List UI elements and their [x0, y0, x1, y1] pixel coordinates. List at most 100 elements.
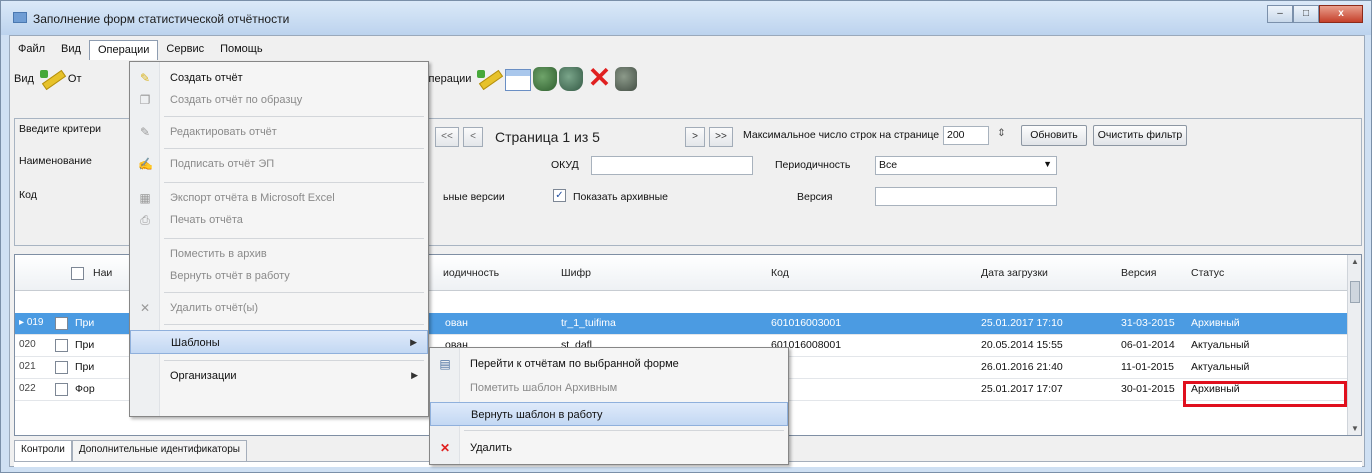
grid-scrollbar[interactable]: ▲ ▼ [1347, 255, 1361, 435]
copy-icon: ❐ [139, 93, 151, 107]
cell-name: Фор [75, 383, 95, 395]
submenu-item-go-to-reports[interactable]: ▤ Перейти к отчётам по выбранной форме [430, 352, 788, 376]
header-periodicity[interactable]: иодичность [443, 267, 499, 279]
menu-item-print-report[interactable]: ⎙ Печать отчёта [130, 208, 428, 232]
row-number: 021 [19, 361, 36, 372]
create-report-icon[interactable] [475, 66, 503, 92]
scroll-up-icon[interactable]: ▲ [1351, 257, 1359, 266]
next-page-button[interactable]: > [685, 127, 705, 147]
row-checkbox[interactable] [55, 317, 68, 330]
menu-view[interactable]: Вид [53, 40, 89, 60]
menu-operations[interactable]: Операции [88, 40, 159, 60]
refresh-button[interactable]: Обновить [1021, 125, 1087, 146]
cell-version: 11-01-2015 [1121, 361, 1174, 373]
cell-status: Актуальный [1191, 339, 1250, 351]
form-icon: ▤ [439, 357, 451, 371]
cell-load-date: 25.01.2017 17:10 [981, 317, 1063, 329]
clear-filter-button[interactable]: Очистить фильтр [1093, 125, 1187, 146]
delete-icon[interactable]: ✕ [585, 64, 613, 92]
bottom-tabs: Контроли Дополнительные идентификаторы [14, 440, 247, 462]
menu-item-templates[interactable]: Шаблоны ▶ [130, 330, 428, 354]
menu-separator [164, 238, 424, 239]
menu-item-organizations[interactable]: Организации ▶ [130, 364, 428, 388]
header-code[interactable]: Код [771, 267, 789, 279]
prev-page-button[interactable]: < [463, 127, 483, 147]
page-indicator: Страница 1 из 5 [495, 129, 600, 145]
menu-item-archive[interactable]: Поместить в архив [130, 242, 428, 266]
status-highlight-box [1183, 381, 1347, 407]
minimize-button[interactable]: – [1267, 5, 1293, 23]
menu-help[interactable]: Помощь [212, 40, 271, 60]
menu-item-sign-report[interactable]: ✍ Подписать отчёт ЭП [130, 152, 428, 176]
window-controls: – □ x [1267, 5, 1363, 23]
header-version[interactable]: Версия [1121, 267, 1156, 279]
menu-file[interactable]: Файл [10, 40, 53, 60]
cell-version: 31-03-2015 [1121, 317, 1175, 329]
periodicity-label: Периодичность [775, 159, 851, 171]
menu-item-edit-report[interactable]: ✎ Редактировать отчёт [130, 120, 428, 144]
scrollbar-thumb[interactable] [1350, 281, 1360, 303]
submenu-item-mark-archived[interactable]: Пометить шаблон Архивным [430, 376, 788, 400]
cell-version: 06-01-2014 [1121, 339, 1175, 351]
cell-code: 601016003001 [771, 317, 842, 329]
excel-icon: ▦ [139, 191, 151, 205]
cell-load-date: 26.01.2016 21:40 [981, 361, 1063, 373]
database-export-icon[interactable] [559, 67, 584, 91]
row-checkbox[interactable] [55, 339, 68, 352]
name-label: Наименование [19, 155, 92, 167]
scroll-down-icon[interactable]: ▼ [1351, 424, 1359, 433]
cell-periodicity: ован [445, 317, 468, 329]
okud-input[interactable] [591, 156, 753, 175]
periodicity-select[interactable]: Все ▼ [875, 156, 1057, 175]
menu-separator [464, 430, 784, 431]
show-archived-checkbox[interactable]: ✓ [553, 189, 566, 202]
printer-icon: ⎙ [140, 213, 150, 227]
first-page-button[interactable]: << [435, 127, 459, 147]
close-button[interactable]: x [1319, 5, 1363, 23]
toolbar-report-label: От [67, 73, 82, 85]
menu-item-create-from-sample[interactable]: ❐ Создать отчёт по образцу [130, 88, 428, 112]
submenu-item-delete[interactable]: ✕ Удалить [430, 436, 788, 460]
max-rows-input[interactable]: 200 [943, 126, 989, 145]
header-status[interactable]: Статус [1191, 267, 1224, 279]
header-cipher[interactable]: Шифр [561, 267, 591, 279]
periodicity-value: Все [879, 159, 898, 171]
menu-service[interactable]: Сервис [158, 40, 212, 60]
edit-icon: ✎ [139, 125, 151, 139]
pencil-icon[interactable] [38, 66, 66, 92]
max-rows-spinner[interactable]: ⇕ [997, 127, 1006, 139]
last-page-button[interactable]: >> [709, 127, 733, 147]
menu-separator [164, 324, 424, 325]
menu-separator [164, 182, 424, 183]
delete-icon: ✕ [139, 301, 151, 315]
select-all-checkbox[interactable] [71, 267, 84, 280]
window-title: Заполнение форм статистической отчётност… [33, 12, 290, 26]
menu-item-export-excel[interactable]: ▦ Экспорт отчёта в Microsoft Excel [130, 186, 428, 210]
form-template-icon[interactable] [505, 69, 532, 91]
version-input[interactable] [875, 187, 1057, 206]
submenu-item-return-template[interactable]: Вернуть шаблон в работу [430, 402, 788, 426]
tab-additional-identifiers[interactable]: Дополнительные идентификаторы [71, 440, 247, 462]
row-checkbox[interactable] [55, 383, 68, 396]
header-name[interactable]: Наи [93, 267, 112, 279]
maximize-button[interactable]: □ [1293, 5, 1319, 23]
version-label: Версия [797, 191, 833, 203]
show-archived-label: Показать архивные [573, 191, 668, 203]
row-checkbox[interactable] [55, 361, 68, 374]
row-number: 020 [19, 339, 36, 350]
toolbar: Вид От [14, 62, 86, 96]
menu-item-create-report[interactable]: ✎ Создать отчёт [130, 66, 428, 90]
header-load-date[interactable]: Дата загрузки [981, 267, 1048, 279]
menu-item-delete-reports[interactable]: ✕ Удалить отчёт(ы) [130, 296, 428, 320]
signature-icon: ✍ [138, 157, 153, 171]
operations-menu: ✎ Создать отчёт ❐ Создать отчёт по образ… [129, 61, 429, 417]
menu-separator [164, 360, 424, 361]
cell-cipher: tr_1_tuifima [561, 317, 616, 329]
templates-submenu: ▤ Перейти к отчётам по выбранной форме П… [429, 347, 789, 465]
database-archive-icon[interactable] [615, 67, 638, 91]
tab-controls[interactable]: Контроли [14, 440, 72, 462]
database-import-icon[interactable] [533, 67, 558, 91]
menu-item-return-report[interactable]: Вернуть отчёт в работу [130, 264, 428, 288]
title-bar[interactable]: Заполнение форм статистической отчётност… [1, 1, 1371, 35]
delete-icon: ✕ [439, 441, 451, 455]
